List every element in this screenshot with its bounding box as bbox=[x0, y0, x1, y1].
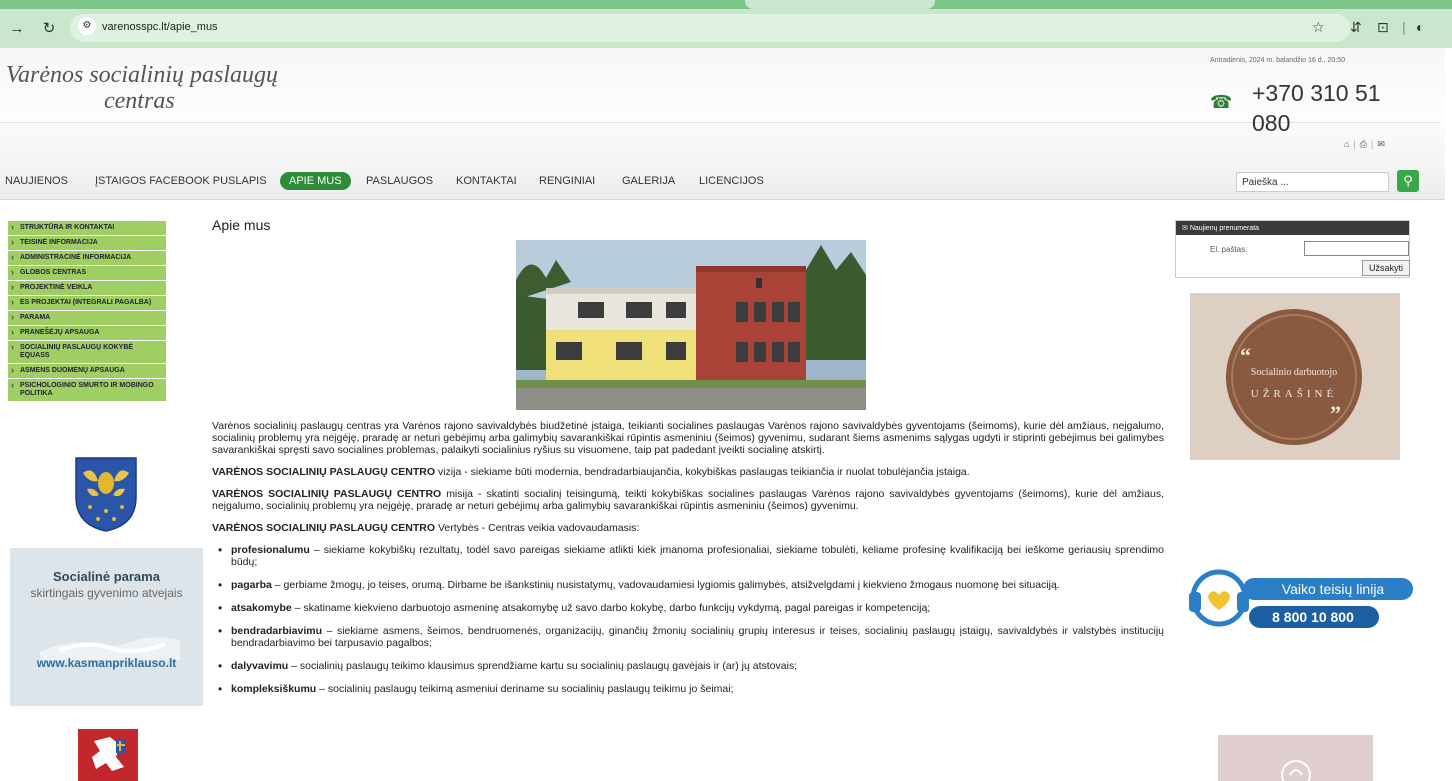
menu-item-renginiai[interactable]: RENGINIAI bbox=[539, 175, 595, 187]
main-article: Varėnos socialinių paslaugų centras yra … bbox=[212, 420, 1164, 706]
menu-item-licencijos[interactable]: LICENCIJOS bbox=[699, 175, 764, 187]
address-bar[interactable] bbox=[70, 14, 1350, 42]
menu-item-naujienos[interactable]: NAUJIENOS bbox=[5, 175, 68, 187]
menu-item-paslaugos[interactable]: PASLAUGOS bbox=[366, 175, 433, 187]
phone-icon: ☎ bbox=[1210, 92, 1233, 112]
svg-text:“: “ bbox=[1240, 343, 1251, 368]
menu-item-apie-mus[interactable]: APIE MUS bbox=[280, 172, 351, 190]
mail-icon[interactable]: ✉ bbox=[1377, 139, 1389, 149]
site-info-icon[interactable]: ⚙ bbox=[78, 17, 96, 35]
tab-strip bbox=[0, 0, 1452, 9]
star-icon[interactable]: ☆ bbox=[1312, 19, 1325, 36]
email-label: El. paštas: bbox=[1210, 245, 1248, 254]
active-tab[interactable] bbox=[745, 0, 935, 9]
list-item: dalyvavimu – socialinių paslaugų teikimo… bbox=[212, 660, 1164, 672]
values-list: profesionalumu – siekiame kokybiškų rezu… bbox=[212, 544, 1164, 695]
site-title[interactable]: Varėnos socialinių paslaugų centras bbox=[6, 62, 296, 114]
list-item: kompleksiškumu – socialinių paslaugų tei… bbox=[212, 683, 1164, 695]
org-name: VARĖNOS SOCIALINIŲ PASLAUGŲ CENTRO bbox=[212, 466, 436, 478]
value-text: – siekiame kokybiškų rezultatų, todėl sa… bbox=[231, 544, 1164, 568]
value-text: – skatiname kiekvieno darbuotojo asmenin… bbox=[291, 602, 931, 614]
puzzle-icon[interactable]: ⊡ bbox=[1377, 19, 1389, 36]
list-item: profesionalumu – siekiame kokybiškų rezu… bbox=[212, 544, 1164, 568]
email-field[interactable] bbox=[1304, 241, 1409, 256]
sidebar-menu: STRUKTŪRA IR KONTAKTAI TEISINĖ INFORMACI… bbox=[8, 221, 166, 402]
phone-number: +370 310 51 080 bbox=[1252, 80, 1381, 136]
childline-title: Vaiko teisių linija bbox=[1282, 581, 1385, 597]
forward-arrow-icon[interactable]: → bbox=[6, 18, 28, 40]
org-name: VARĖNOS SOCIALINIŲ PASLAUGŲ CENTRO bbox=[212, 522, 436, 534]
promo-url[interactable]: www.kasmanpriklauso.lt bbox=[10, 656, 203, 670]
list-item: atsakomybe – skatiname kiekvieno darbuot… bbox=[212, 602, 1164, 614]
value-term: bendradarbiavimu bbox=[231, 625, 323, 637]
list-item: bendradarbiavimu – siekiame asmens, šeim… bbox=[212, 625, 1164, 649]
site-title-line2: centras bbox=[104, 88, 175, 114]
intro-paragraph: Varėnos socialinių paslaugų centras yra … bbox=[212, 420, 1164, 456]
print-icon[interactable]: ⎙ bbox=[1360, 139, 1371, 149]
sidebar-item-projektine[interactable]: PROJEKTINĖ VEIKLA bbox=[8, 281, 166, 296]
sidebar-item-globos[interactable]: GLOBOS CENTRAS bbox=[8, 266, 166, 281]
value-text: – socialinių paslaugų teikimo klausimus … bbox=[288, 660, 798, 672]
sidebar-item-duomenu[interactable]: ASMENS DUOMENŲ APSAUGA bbox=[8, 364, 166, 379]
building-photo[interactable] bbox=[516, 240, 866, 410]
divider: | bbox=[1402, 19, 1406, 35]
menu-item-facebook[interactable]: ĮSTAIGOS FACEBOOK PUSLAPIS bbox=[95, 175, 267, 187]
value-term: kompleksiškumu bbox=[231, 683, 317, 695]
search-icon[interactable]: ⚲ bbox=[1397, 170, 1419, 192]
menu-item-galerija[interactable]: GALERIJA bbox=[622, 175, 675, 187]
mission-paragraph: VARĖNOS SOCIALINIŲ PASLAUGŲ CENTRO misij… bbox=[212, 488, 1164, 512]
org-name: VARĖNOS SOCIALINIŲ PASLAUGŲ CENTRO bbox=[212, 488, 442, 500]
value-term: profesionalumu bbox=[231, 544, 310, 556]
search-input[interactable]: Paieška ... bbox=[1236, 172, 1389, 192]
values-intro: VARĖNOS SOCIALINIŲ PASLAUGŲ CENTRO Verty… bbox=[212, 522, 1164, 534]
heart-hands-icon bbox=[1281, 760, 1311, 781]
url-text[interactable]: varenosspc.lt/apie_mus bbox=[102, 21, 218, 33]
subscribe-button[interactable]: Užsakyti bbox=[1362, 260, 1410, 276]
sidebar-item-pranesejai[interactable]: PRANEŠĖJŲ APSAUGA bbox=[8, 326, 166, 341]
current-date: Antradienis, 2024 m. balandžio 16 d., 20… bbox=[1210, 57, 1346, 64]
value-term: atsakomybe bbox=[231, 602, 292, 614]
sidebar-item-equass[interactable]: SOCIALINIŲ PASLAUGŲ KOKYBĖ EQUASS bbox=[8, 341, 166, 364]
vision-text: vizija - siekiame būti modernia, bendrad… bbox=[437, 466, 970, 478]
newsletter-title-text: Naujienų prenumerata bbox=[1189, 225, 1260, 232]
reload-icon[interactable]: ↻ bbox=[38, 18, 60, 40]
banner-card[interactable] bbox=[1218, 735, 1373, 781]
site-title-line1: Varėnos socialinių paslaugų bbox=[6, 62, 279, 88]
value-term: dalyvavimu bbox=[231, 660, 289, 672]
notebook-line1: Socialinio darbuotojo bbox=[1251, 367, 1337, 378]
list-item: pagarba – gerbiame žmogų, jo teises, oru… bbox=[212, 579, 1164, 591]
social-worker-notebook-banner[interactable]: “ Socialinio darbuotojo UŽRAŠINĖ ” bbox=[1190, 293, 1400, 460]
svg-text:”: ” bbox=[1330, 401, 1341, 426]
sidebar-item-es-projektai[interactable]: ES PROJEKTAI (INTEGRALI PAGALBA) bbox=[8, 296, 166, 311]
value-text: – siekiame asmens, šeimos, bendruomenės,… bbox=[231, 625, 1164, 649]
newsletter-title: ✉ Naujienų prenumerata bbox=[1176, 221, 1409, 235]
header-divider bbox=[0, 122, 1440, 123]
childline-phone: 8 800 10 800 bbox=[1272, 609, 1354, 625]
child-rights-line-banner[interactable]: Vaiko teisių linija 8 800 10 800 bbox=[1185, 564, 1415, 630]
sidebar-item-parama[interactable]: PARAMA bbox=[8, 311, 166, 326]
promo-subtitle: skirtingais gyvenimo atvejais bbox=[30, 586, 183, 600]
sidebar-item-struktura[interactable]: STRUKTŪRA IR KONTAKTAI bbox=[8, 221, 166, 236]
profile-icon[interactable]: ◐ bbox=[1416, 19, 1424, 35]
sidebar-item-mobingo[interactable]: PSICHOLOGINIO SMURTO IR MOBINGO POLITIKA bbox=[8, 379, 166, 402]
value-term: pagarba bbox=[231, 579, 272, 591]
extension-icon[interactable]: ⇵ bbox=[1350, 19, 1362, 36]
coat-of-arms-varena[interactable] bbox=[73, 455, 139, 533]
coat-of-arms-lithuania[interactable] bbox=[76, 727, 140, 781]
sidebar-item-teisine[interactable]: TEISINĖ INFORMACIJA bbox=[8, 236, 166, 251]
values-intro-text: Vertybės - Centras veikia vadovaudamasis… bbox=[437, 522, 640, 534]
social-support-banner[interactable]: Socialinė parama skirtingais gyvenimo at… bbox=[10, 548, 203, 706]
menu-item-kontaktai[interactable]: KONTAKTAI bbox=[456, 175, 517, 187]
newsletter-box: ✉ Naujienų prenumerata El. paštas: Užsak… bbox=[1175, 220, 1410, 278]
value-text: – gerbiame žmogų, jo teises, orumą. Dirb… bbox=[271, 579, 1060, 591]
notebook-line2: UŽRAŠINĖ bbox=[1251, 388, 1337, 400]
header-tools: ⌂|⎙|✉ bbox=[1344, 139, 1389, 149]
page-title: Apie mus bbox=[212, 217, 271, 233]
value-text: – socialinių paslaugų teikimą asmeniui d… bbox=[316, 683, 734, 695]
mail-icon: ✉ bbox=[1182, 225, 1190, 232]
vision-paragraph: VARĖNOS SOCIALINIŲ PASLAUGŲ CENTRO vizij… bbox=[212, 466, 1164, 478]
sidebar-item-administracine[interactable]: ADMINISTRACINĖ INFORMACIJA bbox=[8, 251, 166, 266]
promo-title: Socialinė parama bbox=[53, 569, 160, 584]
